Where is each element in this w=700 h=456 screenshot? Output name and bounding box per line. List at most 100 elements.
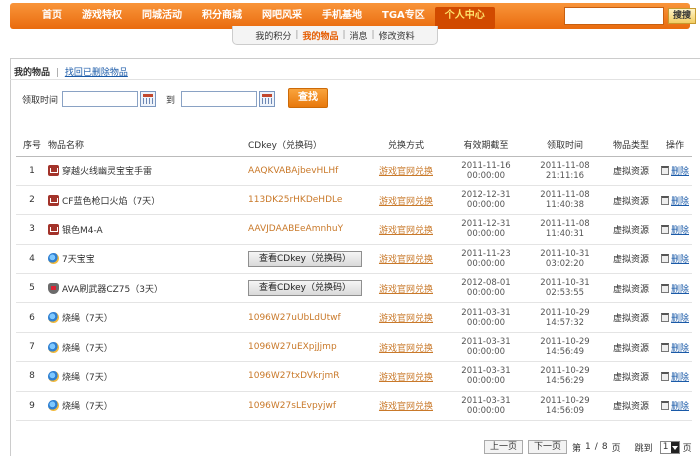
received-time: 11:40:31 [545, 229, 585, 240]
next-page-button[interactable]: 下一页 [528, 440, 568, 454]
received-time: 11:40:38 [545, 200, 585, 211]
method-cell: 游戏官网兑换 [366, 244, 446, 275]
received-time: 21:11:16 [545, 170, 585, 181]
delete-link[interactable]: 删除 [671, 344, 689, 354]
delete-link[interactable]: 删除 [671, 255, 689, 265]
trash-icon[interactable] [660, 283, 669, 293]
view-cdkey-button[interactable]: 查看CDkey（兑换码） [248, 250, 362, 267]
expire-cell: 2011-03-31 00:00:00 [446, 361, 526, 392]
find-button[interactable]: 查找 [288, 88, 328, 108]
start-date-input[interactable] [62, 91, 139, 107]
item-name: 7天宝宝 [62, 255, 95, 266]
redeem-method-link[interactable]: 游戏官网兑换 [379, 402, 433, 412]
expire-time: 00:00:00 [466, 347, 506, 358]
ie-icon [48, 400, 59, 412]
view-cdkey-button[interactable]: 查看CDkey（兑换码） [248, 280, 362, 297]
redeem-method-link[interactable]: 游戏官网兑换 [379, 285, 433, 295]
nav-item-local-events[interactable]: 同城活动 [132, 3, 192, 29]
restore-deleted-link[interactable]: 找回已删除物品 [65, 68, 128, 78]
item-type: 虚拟资源 [604, 332, 658, 363]
expire-time: 00:00:00 [466, 200, 506, 211]
redeem-method-link[interactable]: 游戏官网兑换 [379, 373, 433, 383]
trash-icon[interactable] [660, 224, 669, 234]
received-time: 14:56:09 [545, 405, 585, 416]
table-header-row: 序号 物品名称 CDkey（兑换码） 兑换方式 有效期截至 领取时间 物品类型 … [16, 134, 692, 157]
received-cell: 2011-10-29 14:56:29 [526, 361, 604, 392]
redeem-method-link[interactable]: 游戏官网兑换 [379, 167, 433, 177]
calendar-icon[interactable] [259, 91, 276, 107]
redeem-method-link[interactable]: 游戏官网兑换 [379, 226, 433, 236]
search-input[interactable] [564, 7, 664, 25]
subnav-edit-profile[interactable]: 修改资料 [375, 29, 419, 42]
received-time: 14:56:29 [545, 376, 585, 387]
expire-cell: 2012-08-01 00:00:00 [446, 273, 526, 304]
delete-link[interactable]: 删除 [671, 197, 689, 207]
col-header-method: 兑换方式 [366, 134, 446, 157]
subnav-my-points[interactable]: 我的积分 [251, 29, 295, 42]
subnav-messages[interactable]: 消息 [346, 29, 372, 42]
action-cell: 删除 [658, 361, 692, 392]
expire-cell: 2011-03-31 00:00:00 [446, 391, 526, 422]
ie-icon [48, 341, 59, 353]
method-cell: 游戏官网兑换 [366, 302, 446, 333]
col-header-received: 领取时间 [526, 134, 604, 157]
prev-page-button[interactable]: 上一页 [484, 440, 524, 454]
item-name-cell: AVA刷武器CZ75（3天） [48, 273, 248, 304]
expire-cell: 2011-03-31 00:00:00 [446, 302, 526, 333]
delete-link[interactable]: 删除 [671, 285, 689, 295]
item-type: 虚拟资源 [604, 156, 658, 186]
trash-icon[interactable] [660, 342, 669, 352]
page-prefix: 第 [572, 443, 582, 454]
delete-link[interactable]: 删除 [671, 314, 689, 324]
row-number: 4 [16, 244, 48, 275]
expire-time: 00:00:00 [466, 288, 506, 299]
goto-page-select[interactable]: 1 [659, 440, 680, 454]
cdkey-cell: AAQKVABAjbevHLHf [248, 156, 366, 186]
cdkey-value: 1096W27sLEvpyjwf [248, 400, 337, 411]
received-date: 2011-11-08 [540, 190, 590, 201]
trash-icon[interactable] [660, 313, 669, 323]
redeem-method-link[interactable]: 游戏官网兑换 [379, 255, 433, 265]
cdkey-cell: 1096W27uEXpjJjmp [248, 332, 366, 363]
redeem-method-link[interactable]: 游戏官网兑换 [379, 197, 433, 207]
delete-link[interactable]: 删除 [671, 167, 689, 177]
section-divider: | [55, 68, 59, 78]
calendar-icon[interactable] [140, 91, 157, 107]
cdkey-cell: 1096W27txDVkrjmR [248, 361, 366, 392]
delete-link[interactable]: 删除 [671, 402, 689, 412]
subnav-my-items[interactable]: 我的物品 [298, 29, 342, 42]
expire-cell: 2011-03-31 00:00:00 [446, 332, 526, 363]
item-name: CF蓝色枪口火焰（7天） [62, 196, 161, 207]
chevron-down-icon [670, 441, 679, 453]
delete-link[interactable]: 删除 [671, 226, 689, 236]
expire-date: 2011-11-23 [461, 248, 511, 259]
redeem-method-link[interactable]: 游戏官网兑换 [379, 314, 433, 324]
table-row: 2 CF蓝色枪口火焰（7天） 113DK25rHKDeHDLe 游戏官网兑换 2012-… [16, 185, 692, 216]
cf-game-icon [48, 165, 59, 177]
trash-icon[interactable] [660, 195, 669, 205]
method-cell: 游戏官网兑换 [366, 361, 446, 392]
nav-item-personal-center[interactable]: 个人中心 [434, 7, 495, 29]
expire-cell: 2011-11-16 00:00:00 [446, 156, 526, 186]
method-cell: 游戏官网兑换 [366, 391, 446, 422]
received-date: 2011-10-29 [540, 395, 590, 406]
row-number: 8 [16, 361, 48, 392]
table-row: 6 烧绳（7天） 1096W27uUbLdUtwf 游戏官网兑换 2011-03-31 0… [16, 302, 692, 333]
nav-item-home[interactable]: 首页 [32, 3, 72, 29]
ie-icon [48, 253, 59, 265]
trash-icon[interactable] [660, 254, 669, 264]
search-button[interactable]: 搜搜 [668, 8, 696, 24]
trash-icon[interactable] [660, 401, 669, 411]
trash-icon[interactable] [660, 166, 669, 176]
method-cell: 游戏官网兑换 [366, 273, 446, 304]
redeem-method-link[interactable]: 游戏官网兑换 [379, 344, 433, 354]
cdkey-value: 1096W27txDVkrjmR [248, 371, 340, 382]
nav-item-game-privileges[interactable]: 游戏特权 [72, 3, 132, 29]
end-date-input[interactable] [181, 91, 258, 107]
expire-time: 00:00:00 [466, 376, 506, 387]
expire-cell: 2011-11-23 00:00:00 [446, 244, 526, 275]
trash-icon[interactable] [660, 371, 669, 381]
items-table: 序号 物品名称 CDkey（兑换码） 兑换方式 有效期截至 领取时间 物品类型 … [16, 134, 692, 422]
row-number: 3 [16, 214, 48, 245]
delete-link[interactable]: 删除 [671, 373, 689, 383]
